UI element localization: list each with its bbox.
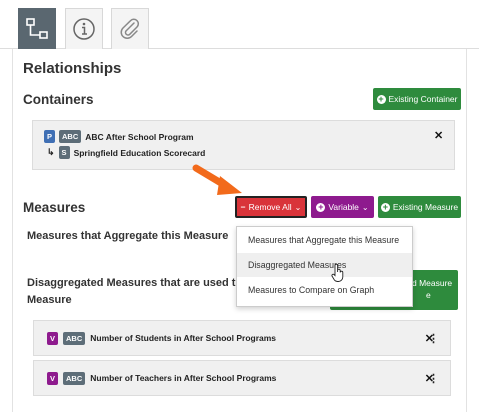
container-item[interactable]: ↳ S Springfield Education Scorecard	[47, 146, 205, 159]
info-icon	[73, 18, 95, 40]
measure-row[interactable]: V ABC Number of Teachers in After School…	[33, 360, 451, 396]
container-name: Springfield Education Scorecard	[73, 147, 206, 158]
remove-container-icon[interactable]: ✕	[434, 129, 443, 142]
tab-relationships[interactable]	[18, 8, 56, 49]
org-badge-abc: ABC	[63, 331, 86, 345]
tab-attachments[interactable]	[111, 8, 149, 49]
annotation-arrow-icon	[192, 164, 242, 195]
container-item[interactable]: P ABC ABC After School Program	[44, 130, 194, 143]
org-badge-abc: ABC	[59, 130, 82, 143]
chevron-down-icon: ⌄	[294, 202, 302, 212]
plus-circle-icon: +	[376, 93, 386, 104]
plus-circle-icon: +	[316, 201, 326, 212]
menu-item-disaggregated[interactable]: Disaggregated Measures	[237, 253, 412, 277]
add-existing-container-button[interactable]: + Existing Container	[373, 88, 461, 110]
containers-heading: Containers	[23, 92, 94, 107]
tab-bar	[0, 0, 479, 49]
remove-all-dropdown-menu: Measures that Aggregate this Measure Dis…	[236, 226, 413, 307]
org-badge-abc: ABC	[63, 371, 86, 385]
type-badge-v: V	[47, 331, 59, 345]
plus-circle-icon: +	[380, 201, 390, 212]
add-variable-button[interactable]: + Variable ⌄	[311, 196, 374, 218]
disaggregated-measures-heading-cont: Measure	[27, 294, 72, 306]
tab-info[interactable]	[65, 8, 103, 49]
measures-heading: Measures	[23, 200, 86, 215]
menu-item-aggregate[interactable]: Measures that Aggregate this Measure	[237, 228, 412, 252]
relationships-heading: Relationships	[23, 60, 122, 77]
sitemap-icon	[26, 18, 48, 39]
container-name: ABC After School Program	[85, 131, 194, 142]
aggregate-measures-heading: Measures that Aggregate this Measure	[27, 230, 229, 242]
type-badge-p: P	[44, 130, 56, 143]
measure-name: Number of Students in After School Progr…	[90, 333, 277, 343]
more-options-icon[interactable]: ⋮	[428, 372, 439, 385]
child-arrow-icon: ↳	[47, 147, 55, 157]
hand-cursor-icon	[331, 264, 344, 282]
type-badge-s: S	[58, 146, 70, 159]
measure-row[interactable]: V ABC Number of Students in After School…	[33, 320, 451, 356]
more-options-icon[interactable]: ⋮	[428, 332, 439, 345]
disaggregated-measures-heading: Disaggregated Measures that are used to	[27, 277, 243, 289]
measure-name: Number of Teachers in After School Progr…	[90, 373, 277, 383]
type-badge-v: V	[47, 371, 59, 385]
paperclip-icon	[120, 18, 140, 39]
add-existing-measure-button[interactable]: + Existing Measure	[378, 196, 461, 218]
chevron-down-icon: ⌄	[361, 202, 369, 212]
minus-icon: −	[240, 202, 246, 212]
menu-item-compare[interactable]: Measures to Compare on Graph	[237, 278, 412, 302]
